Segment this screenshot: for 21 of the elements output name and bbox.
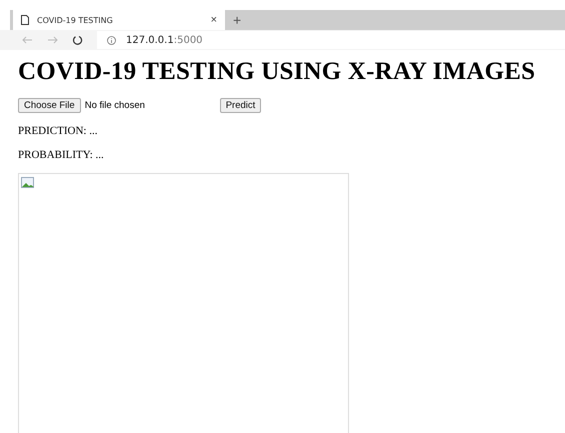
page-icon xyxy=(21,15,29,25)
address-bar[interactable]: 127.0.0.1:5000 xyxy=(97,31,565,49)
forward-arrow-icon xyxy=(47,36,58,44)
browser-tab[interactable]: COVID-19 TESTING × xyxy=(13,10,225,30)
predict-button[interactable]: Predict xyxy=(220,98,262,113)
url-text: 127.0.0.1:5000 xyxy=(126,34,203,46)
prediction-text: PREDICTION: ... xyxy=(18,125,98,137)
choose-file-button[interactable]: Choose File xyxy=(18,98,81,113)
tab-title: COVID-19 TESTING xyxy=(37,16,114,24)
broken-image-icon xyxy=(21,177,35,189)
close-tab-button[interactable]: × xyxy=(210,14,217,26)
forward-button[interactable] xyxy=(47,36,58,44)
info-icon xyxy=(107,36,116,44)
file-status: No file chosen xyxy=(84,100,146,111)
new-tab-button[interactable]: + xyxy=(225,10,250,30)
back-button[interactable] xyxy=(22,36,33,44)
reload-button[interactable] xyxy=(72,34,83,46)
back-arrow-icon xyxy=(22,36,33,44)
reload-icon xyxy=(72,34,83,46)
probability-text: PROBABILITY: ... xyxy=(18,149,105,161)
page-heading: COVID-19 TESTING USING X-RAY IMAGES xyxy=(18,58,536,86)
